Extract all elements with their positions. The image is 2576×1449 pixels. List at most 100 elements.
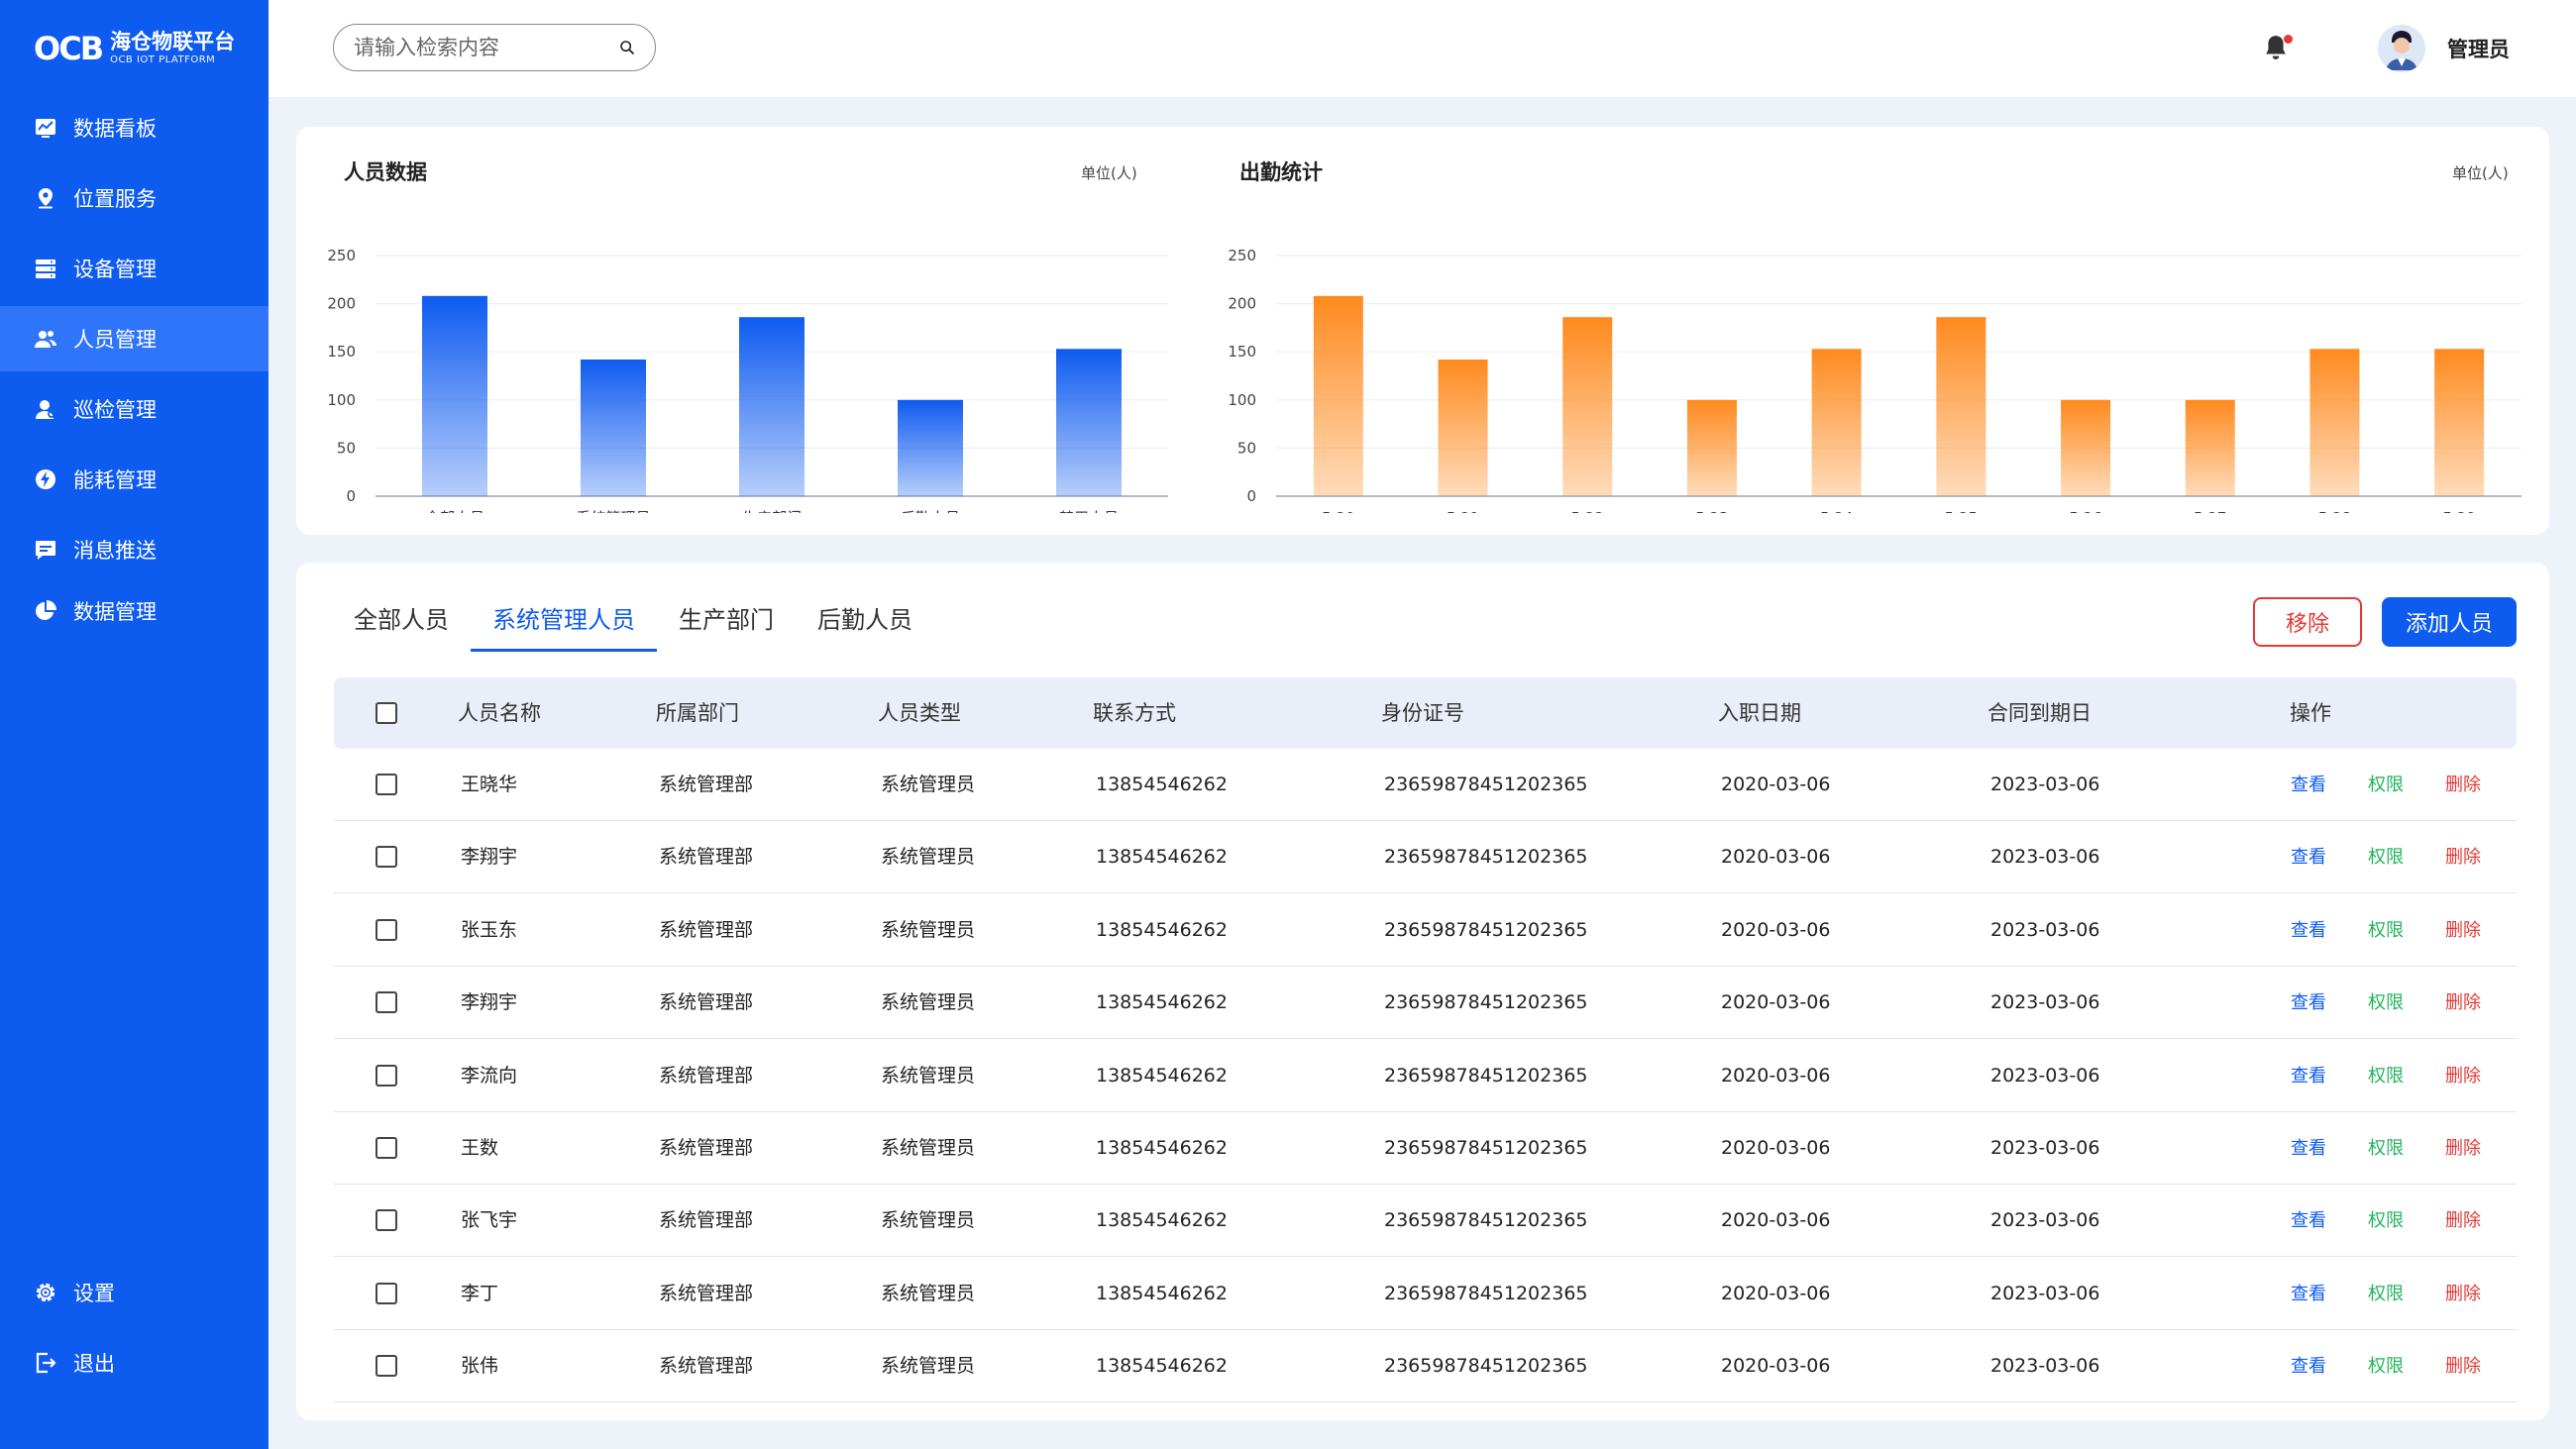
permission-button[interactable]: 权限 [2368,1040,2404,1112]
column-header[interactable]: 入职日期 [1718,677,1801,749]
add-person-button[interactable]: 添加人员 [2382,597,2517,647]
row-checkbox[interactable] [376,1209,397,1232]
delete-button[interactable]: 删除 [2445,1040,2481,1112]
bar[interactable] [2185,399,2235,496]
column-header[interactable]: 人员名称 [458,677,541,749]
avatar[interactable] [2378,25,2425,72]
permission-button[interactable]: 权限 [2368,1258,2404,1330]
delete-button[interactable]: 删除 [2445,1330,2481,1402]
permission-button[interactable]: 权限 [2368,894,2404,967]
table-row[interactable]: 李丁 系统管理部 系统管理员 13854546262 23659878451202365… [334,1258,2517,1330]
tab-system-admins[interactable]: 系统管理人员 [471,600,657,652]
column-header[interactable]: 人员类型 [878,677,961,749]
view-button[interactable]: 查看 [2291,894,2326,967]
sidebar-item-location[interactable]: 位置服务 [0,165,268,231]
bar[interactable] [1936,317,1986,496]
bar[interactable] [898,399,963,496]
row-checkbox[interactable] [376,774,397,795]
view-button[interactable]: 查看 [2291,749,2326,821]
table-row[interactable]: 张伟 系统管理部 系统管理员 13854546262 23659878451202365… [334,1330,2517,1403]
table-row[interactable]: 张玉东 系统管理部 系统管理员 13854546262 2365987845120236… [334,894,2517,967]
permission-button[interactable]: 权限 [2368,967,2404,1039]
tab-logistics[interactable]: 后勤人员 [817,600,912,652]
view-button[interactable]: 查看 [2291,1185,2326,1257]
notification-bell[interactable] [2263,33,2293,64]
search-input[interactable] [354,36,619,59]
tab-all[interactable]: 全部人员 [354,600,449,652]
row-checkbox[interactable] [376,1355,397,1378]
sidebar-item-logout[interactable]: 退出 [0,1330,268,1396]
bar[interactable] [1686,399,1737,496]
view-button[interactable]: 查看 [2291,1112,2326,1185]
sidebar-item-settings[interactable]: 设置 [0,1260,268,1325]
tab-production[interactable]: 生产部门 [679,600,774,652]
view-button[interactable]: 查看 [2291,1330,2326,1402]
bar[interactable] [739,317,805,496]
y-tick-label: 50 [1237,439,1256,457]
delete-button[interactable]: 删除 [2445,894,2481,967]
bar[interactable] [2309,349,2360,496]
table-row[interactable]: 王数 系统管理部 系统管理员 13854546262 23659878451202365… [334,1112,2517,1185]
select-all-checkbox[interactable] [376,702,397,724]
sidebar-item-devices[interactable]: 设备管理 [0,236,268,301]
view-button[interactable]: 查看 [2291,1040,2326,1112]
delete-button[interactable]: 删除 [2445,1185,2481,1257]
permission-button[interactable]: 权限 [2368,749,2404,821]
table-row[interactable]: 李流向 系统管理部 系统管理员 13854546262 2365987845120236… [334,1040,2517,1112]
username[interactable]: 管理员 [2447,34,2510,63]
permission-button[interactable]: 权限 [2368,1185,2404,1257]
person-name-cell: 张玉东 [461,918,518,941]
column-header[interactable]: 身份证号 [1381,677,1464,749]
column-header[interactable]: 合同到期日 [1987,677,2092,749]
permission-button[interactable]: 权限 [2368,821,2404,893]
bar[interactable] [1056,349,1122,496]
row-checkbox[interactable] [376,918,397,941]
delete-button[interactable]: 删除 [2445,749,2481,821]
sidebar: OCB 海仓物联平台 OCB IOT PLATFORM 数据看板 位置服务 设备… [0,0,268,1449]
row-checkbox[interactable] [376,1282,397,1304]
view-button[interactable]: 查看 [2291,1258,2326,1330]
permission-button[interactable]: 权限 [2368,1112,2404,1185]
bar[interactable] [1811,349,1862,496]
person-type-cell: 系统管理员 [881,1355,976,1378]
sidebar-item-patrol[interactable]: 巡检管理 [0,376,268,442]
bar[interactable] [1313,295,1363,496]
table-row[interactable]: 李翔宇 系统管理部 系统管理员 13854546262 2365987845120236… [334,821,2517,894]
bar[interactable] [1438,359,1488,496]
permission-button[interactable]: 权限 [2368,1330,2404,1402]
sidebar-item-data[interactable]: 数据管理 [0,578,268,644]
view-button[interactable]: 查看 [2291,821,2326,893]
remove-button[interactable]: 移除 [2253,597,2362,647]
id-number-cell: 23659878451202365 [1384,1064,1588,1087]
bar[interactable] [1562,317,1613,496]
column-header[interactable]: 所属部门 [656,677,739,749]
row-checkbox[interactable] [376,846,397,869]
sidebar-item-energy[interactable]: 能耗管理 [0,447,268,512]
brand-logo[interactable]: OCB 海仓物联平台 OCB IOT PLATFORM [34,26,235,71]
delete-button[interactable]: 删除 [2445,1112,2481,1185]
person-name-cell: 李丁 [461,1282,499,1304]
bar[interactable] [422,295,487,496]
search-icon[interactable] [619,35,635,60]
tab-bar: 全部人员 系统管理人员 生产部门 后勤人员 [354,600,956,652]
search-box[interactable] [333,24,656,71]
bar[interactable] [2061,399,2111,496]
table-row[interactable]: 王晓华 系统管理部 系统管理员 13854546262 2365987845120236… [334,749,2517,821]
row-checkbox[interactable] [376,1137,397,1159]
row-checkbox[interactable] [376,1064,397,1087]
bar[interactable] [581,359,646,496]
sidebar-item-messages[interactable]: 消息推送 [0,517,268,582]
bar[interactable] [2434,349,2485,496]
row-checkbox[interactable] [376,991,397,1014]
table-row[interactable]: 李翔宇 系统管理部 系统管理员 13854546262 2365987845120236… [334,967,2517,1040]
delete-button[interactable]: 删除 [2445,1258,2481,1330]
sidebar-item-dashboard[interactable]: 数据看板 [0,95,268,160]
sidebar-item-people[interactable]: 人员管理 [0,306,268,371]
y-tick-label: 100 [327,391,356,409]
delete-button[interactable]: 删除 [2445,967,2481,1039]
delete-button[interactable]: 删除 [2445,821,2481,893]
column-header[interactable]: 联系方式 [1093,677,1176,749]
table-row[interactable]: 张飞宇 系统管理部 系统管理员 13854546262 2365987845120236… [334,1185,2517,1258]
y-tick-label: 250 [327,247,356,264]
view-button[interactable]: 查看 [2291,967,2326,1039]
